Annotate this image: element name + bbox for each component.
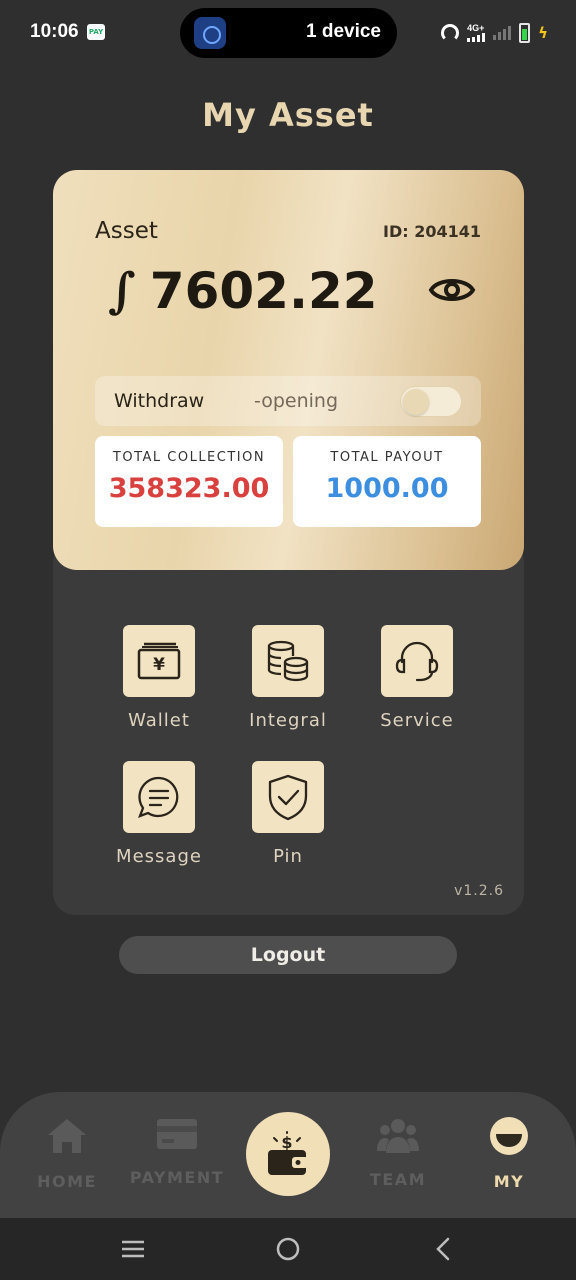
card-icon xyxy=(155,1114,199,1154)
wallet-dollar-icon: $ xyxy=(268,1131,308,1175)
asset-amount-value: 7602.22 xyxy=(149,262,378,320)
coins-stack-icon xyxy=(267,640,309,682)
recent-apps-icon[interactable] xyxy=(119,1236,147,1262)
wallet-yen-icon: ¥ xyxy=(137,642,181,680)
withdraw-toggle[interactable] xyxy=(400,386,462,417)
total-payout-label: TOTAL PAYOUT xyxy=(330,450,444,465)
battery-icon xyxy=(519,23,531,43)
menu-item-pin[interactable]: Pin xyxy=(233,761,343,867)
wallet-tile[interactable]: ¥ xyxy=(123,625,195,697)
eye-icon[interactable] xyxy=(428,272,476,308)
total-collection-label: TOTAL COLLECTION xyxy=(112,450,266,465)
status-icons: 4G+ ϟ xyxy=(441,22,548,44)
live-activity-text: 1 device xyxy=(306,21,381,42)
menu-item-integral[interactable]: Integral xyxy=(233,625,343,731)
withdraw-row: Withdraw -opening xyxy=(95,376,481,426)
currency-symbol: ∫ xyxy=(108,263,136,319)
menu-item-message[interactable]: Message xyxy=(104,761,214,867)
total-payout-value: 1000.00 xyxy=(325,473,449,504)
pay-notification-icon: PAY xyxy=(87,24,105,40)
total-collection-box: TOTAL COLLECTION 358323.00 xyxy=(95,436,283,527)
service-tile[interactable] xyxy=(381,625,453,697)
total-payout-box: TOTAL PAYOUT 1000.00 xyxy=(293,436,481,527)
svg-text:¥: ¥ xyxy=(153,655,165,675)
asset-amount: ∫ 7602.22 xyxy=(108,262,378,320)
nav-item-wallet-center[interactable]: $ xyxy=(246,1112,330,1196)
system-nav-bar xyxy=(0,1218,576,1280)
shield-check-icon xyxy=(268,774,308,821)
team-icon xyxy=(376,1116,420,1156)
charging-icon: ϟ xyxy=(538,24,548,42)
menu-item-service[interactable]: Service xyxy=(362,625,472,731)
menu-label-integral: Integral xyxy=(249,710,327,731)
pin-tile[interactable] xyxy=(252,761,324,833)
back-icon[interactable] xyxy=(430,1236,458,1262)
broadcast-app-icon xyxy=(194,17,226,49)
status-bar: 10:06 PAY 1 device 4G+ ϟ xyxy=(0,0,576,66)
page-title: My Asset xyxy=(202,96,374,134)
menu-label-pin: Pin xyxy=(273,846,303,867)
signal-2-icon xyxy=(493,26,512,40)
nav-label-team: TEAM xyxy=(369,1170,427,1189)
nav-item-team[interactable]: TEAM xyxy=(348,1116,448,1189)
chat-bubble-icon xyxy=(138,776,179,818)
signal-icon xyxy=(467,33,486,42)
menu-item-wallet[interactable]: ¥ Wallet xyxy=(104,625,214,731)
nav-item-home[interactable]: HOME xyxy=(17,1116,117,1191)
bottom-nav: HOME PAYMENT $ TEAM MY xyxy=(0,1092,576,1218)
integral-tile[interactable] xyxy=(252,625,324,697)
nav-label-payment: PAYMENT xyxy=(129,1168,225,1187)
withdraw-status: -opening xyxy=(254,390,339,412)
asset-card: Asset ID: 204141 ∫ 7602.22 Withdraw -ope… xyxy=(53,170,524,570)
nav-item-payment[interactable]: PAYMENT xyxy=(127,1114,227,1187)
app-version: v1.2.6 xyxy=(454,883,504,899)
logout-button[interactable]: Logout xyxy=(119,936,457,974)
message-tile[interactable] xyxy=(123,761,195,833)
status-time: 10:06 xyxy=(30,21,79,42)
profile-icon xyxy=(487,1116,531,1156)
withdraw-label: Withdraw xyxy=(114,390,205,412)
home-icon xyxy=(45,1116,89,1156)
home-circle-icon[interactable] xyxy=(274,1236,302,1262)
menu-label-service: Service xyxy=(380,710,454,731)
nav-label-home: HOME xyxy=(37,1172,97,1191)
total-collection-value: 358323.00 xyxy=(108,473,270,504)
network-type: 4G+ xyxy=(467,23,485,33)
hotspot-icon xyxy=(441,24,460,42)
live-activity-pill[interactable]: 1 device xyxy=(180,8,397,58)
menu-label-wallet: Wallet xyxy=(128,710,190,731)
nav-item-my[interactable]: MY xyxy=(459,1116,559,1191)
signal-group: 4G+ xyxy=(467,23,486,42)
nav-label-my: MY xyxy=(493,1172,525,1191)
asset-label: Asset xyxy=(95,218,158,244)
headset-icon xyxy=(395,641,439,682)
user-id: ID: 204141 xyxy=(383,222,481,241)
menu-label-message: Message xyxy=(116,846,202,867)
svg-text:$: $ xyxy=(281,1133,292,1152)
